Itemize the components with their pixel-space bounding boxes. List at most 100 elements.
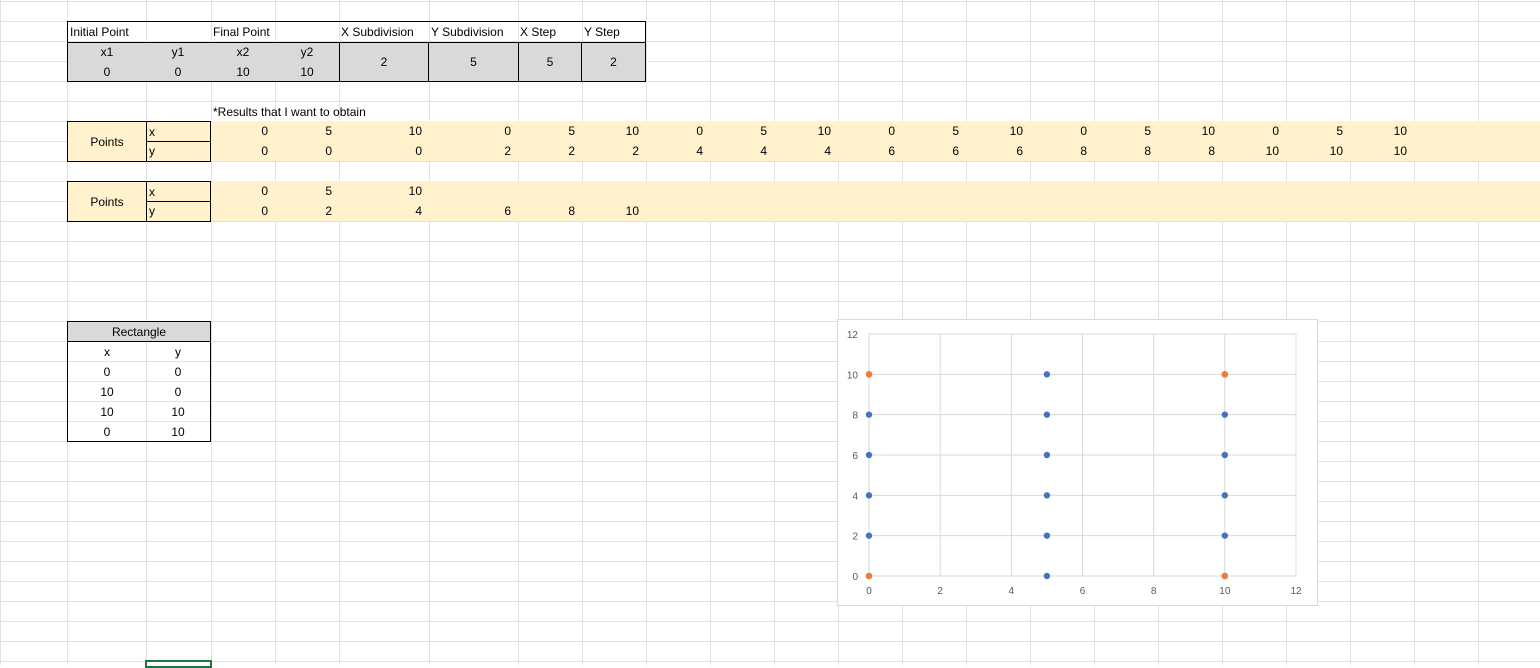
- points1-y-cell[interactable]: 8: [1031, 141, 1087, 161]
- points2-x-cell[interactable]: 5: [276, 181, 332, 201]
- rect-x-cell[interactable]: 0: [68, 362, 146, 382]
- x2-value[interactable]: 10: [211, 62, 275, 82]
- points1-x-cell[interactable]: 0: [1223, 121, 1279, 141]
- x2-label[interactable]: x2: [211, 42, 275, 62]
- y-axis-label[interactable]: y: [149, 141, 155, 161]
- points1-y-cell[interactable]: 6: [903, 141, 959, 161]
- rect-y-cell[interactable]: 0: [146, 382, 210, 402]
- scatter-chart-svg: 0 2 4 6 8 10 12 0 2 4 6 8 10 12: [847, 330, 1302, 597]
- points2-y-cell[interactable]: 10: [583, 201, 639, 221]
- points1-y-cell[interactable]: 10: [1351, 141, 1407, 161]
- y1-label[interactable]: y1: [146, 42, 210, 62]
- data-point-series-1: [1043, 411, 1051, 418]
- rect-y-cell[interactable]: 10: [146, 422, 210, 442]
- points1-x-cell[interactable]: 0: [647, 121, 703, 141]
- data-point-series-1: [1043, 371, 1051, 378]
- points1-x-cell[interactable]: 5: [1287, 121, 1343, 141]
- points1-y-cell[interactable]: 0: [276, 141, 332, 161]
- points1-y-cell[interactable]: 0: [366, 141, 422, 161]
- results-note[interactable]: *Results that I want to obtain: [213, 102, 366, 122]
- rect-x-cell[interactable]: 10: [68, 382, 146, 402]
- points1-y-cell[interactable]: 6: [839, 141, 895, 161]
- points1-x-cell[interactable]: 10: [967, 121, 1023, 141]
- points1-y-cell[interactable]: 4: [711, 141, 767, 161]
- x-axis-label[interactable]: x: [149, 122, 155, 142]
- points1-y-cell[interactable]: 4: [775, 141, 831, 161]
- points2-y-cell[interactable]: 8: [519, 201, 575, 221]
- points1-x-cell[interactable]: 10: [1351, 121, 1407, 141]
- points1-y-cell[interactable]: 2: [583, 141, 639, 161]
- points-table-1: Points x y: [67, 121, 211, 162]
- points2-x-cell[interactable]: 0: [212, 181, 268, 201]
- header-x-subdivision[interactable]: X Subdivision: [341, 22, 414, 42]
- x1-label[interactable]: x1: [68, 42, 146, 62]
- points1-x-cell[interactable]: 10: [775, 121, 831, 141]
- points1-x-cell[interactable]: 5: [519, 121, 575, 141]
- rect-x-cell[interactable]: 10: [68, 402, 146, 422]
- x-tick-label: 4: [1009, 586, 1015, 597]
- points1-y-cell[interactable]: 4: [647, 141, 703, 161]
- points2-y-cell[interactable]: 0: [212, 201, 268, 221]
- points-label[interactable]: Points: [68, 192, 146, 212]
- y2-value[interactable]: 10: [275, 62, 339, 82]
- points-label[interactable]: Points: [68, 132, 146, 152]
- points2-y-cell[interactable]: 2: [276, 201, 332, 221]
- rect-x-cell[interactable]: 0: [68, 422, 146, 442]
- header-x-step[interactable]: X Step: [520, 22, 556, 42]
- data-point-series-1: [1221, 532, 1229, 539]
- header-y-step[interactable]: Y Step: [584, 22, 620, 42]
- rect-x-header[interactable]: x: [68, 342, 146, 362]
- rect-y-cell[interactable]: 0: [146, 362, 210, 382]
- points1-y-cell[interactable]: 0: [212, 141, 268, 161]
- y-tick-label: 2: [852, 532, 858, 543]
- data-point-series-1: [1221, 451, 1229, 459]
- y-tick-label: 4: [852, 491, 858, 502]
- selected-cell[interactable]: [145, 660, 212, 668]
- rectangle-table: Rectangle x y 0 0 10 0 10 10 0 10: [67, 321, 211, 442]
- x1-value[interactable]: 0: [68, 62, 146, 82]
- header-y-subdivision[interactable]: Y Subdivision: [431, 22, 504, 42]
- ysub-value[interactable]: 5: [429, 52, 518, 72]
- points2-y-cell[interactable]: 4: [366, 201, 422, 221]
- points1-y-cell[interactable]: 10: [1223, 141, 1279, 161]
- rect-y-header[interactable]: y: [146, 342, 210, 362]
- data-point-series-2: [1221, 572, 1229, 580]
- x-axis-label[interactable]: x: [149, 182, 155, 202]
- points1-x-cell[interactable]: 0: [839, 121, 895, 141]
- xstep-value[interactable]: 5: [518, 52, 582, 72]
- points1-x-cell[interactable]: 10: [366, 121, 422, 141]
- data-point-series-2: [1221, 371, 1229, 378]
- points1-y-cell[interactable]: 8: [1159, 141, 1215, 161]
- y-tick-label: 6: [852, 451, 858, 462]
- points1-x-cell[interactable]: 5: [276, 121, 332, 141]
- ystep-value[interactable]: 2: [582, 52, 645, 72]
- y1-value[interactable]: 0: [146, 62, 210, 82]
- rectangle-title[interactable]: Rectangle: [68, 322, 210, 342]
- points1-x-cell[interactable]: 5: [1095, 121, 1151, 141]
- data-point-series-1: [865, 451, 873, 459]
- y-tick-label: 0: [852, 572, 858, 583]
- points1-y-cell[interactable]: 2: [455, 141, 511, 161]
- points1-x-cell[interactable]: 0: [212, 121, 268, 141]
- header-initial-point[interactable]: Initial Point: [70, 22, 129, 42]
- points1-y-cell[interactable]: 8: [1095, 141, 1151, 161]
- parameters-table: Initial Point Final Point X Subdivision …: [67, 21, 646, 82]
- points1-x-cell[interactable]: 10: [1159, 121, 1215, 141]
- points1-y-cell[interactable]: 10: [1287, 141, 1343, 161]
- points2-y-cell[interactable]: 6: [455, 201, 511, 221]
- points1-x-cell[interactable]: 0: [1031, 121, 1087, 141]
- y-axis-label[interactable]: y: [149, 201, 155, 221]
- points1-x-cell[interactable]: 5: [903, 121, 959, 141]
- rect-y-cell[interactable]: 10: [146, 402, 210, 422]
- y2-label[interactable]: y2: [275, 42, 339, 62]
- points1-x-cell[interactable]: 0: [455, 121, 511, 141]
- points1-y-cell[interactable]: 6: [967, 141, 1023, 161]
- points1-x-cell[interactable]: 5: [711, 121, 767, 141]
- header-final-point[interactable]: Final Point: [213, 22, 270, 42]
- xsub-value[interactable]: 2: [339, 52, 429, 72]
- points1-y-cell[interactable]: 2: [519, 141, 575, 161]
- points2-x-cell[interactable]: 10: [366, 181, 422, 201]
- scatter-chart[interactable]: 0 2 4 6 8 10 12 0 2 4 6 8 10 12: [837, 319, 1318, 606]
- data-point-series-1: [1043, 492, 1051, 499]
- points1-x-cell[interactable]: 10: [583, 121, 639, 141]
